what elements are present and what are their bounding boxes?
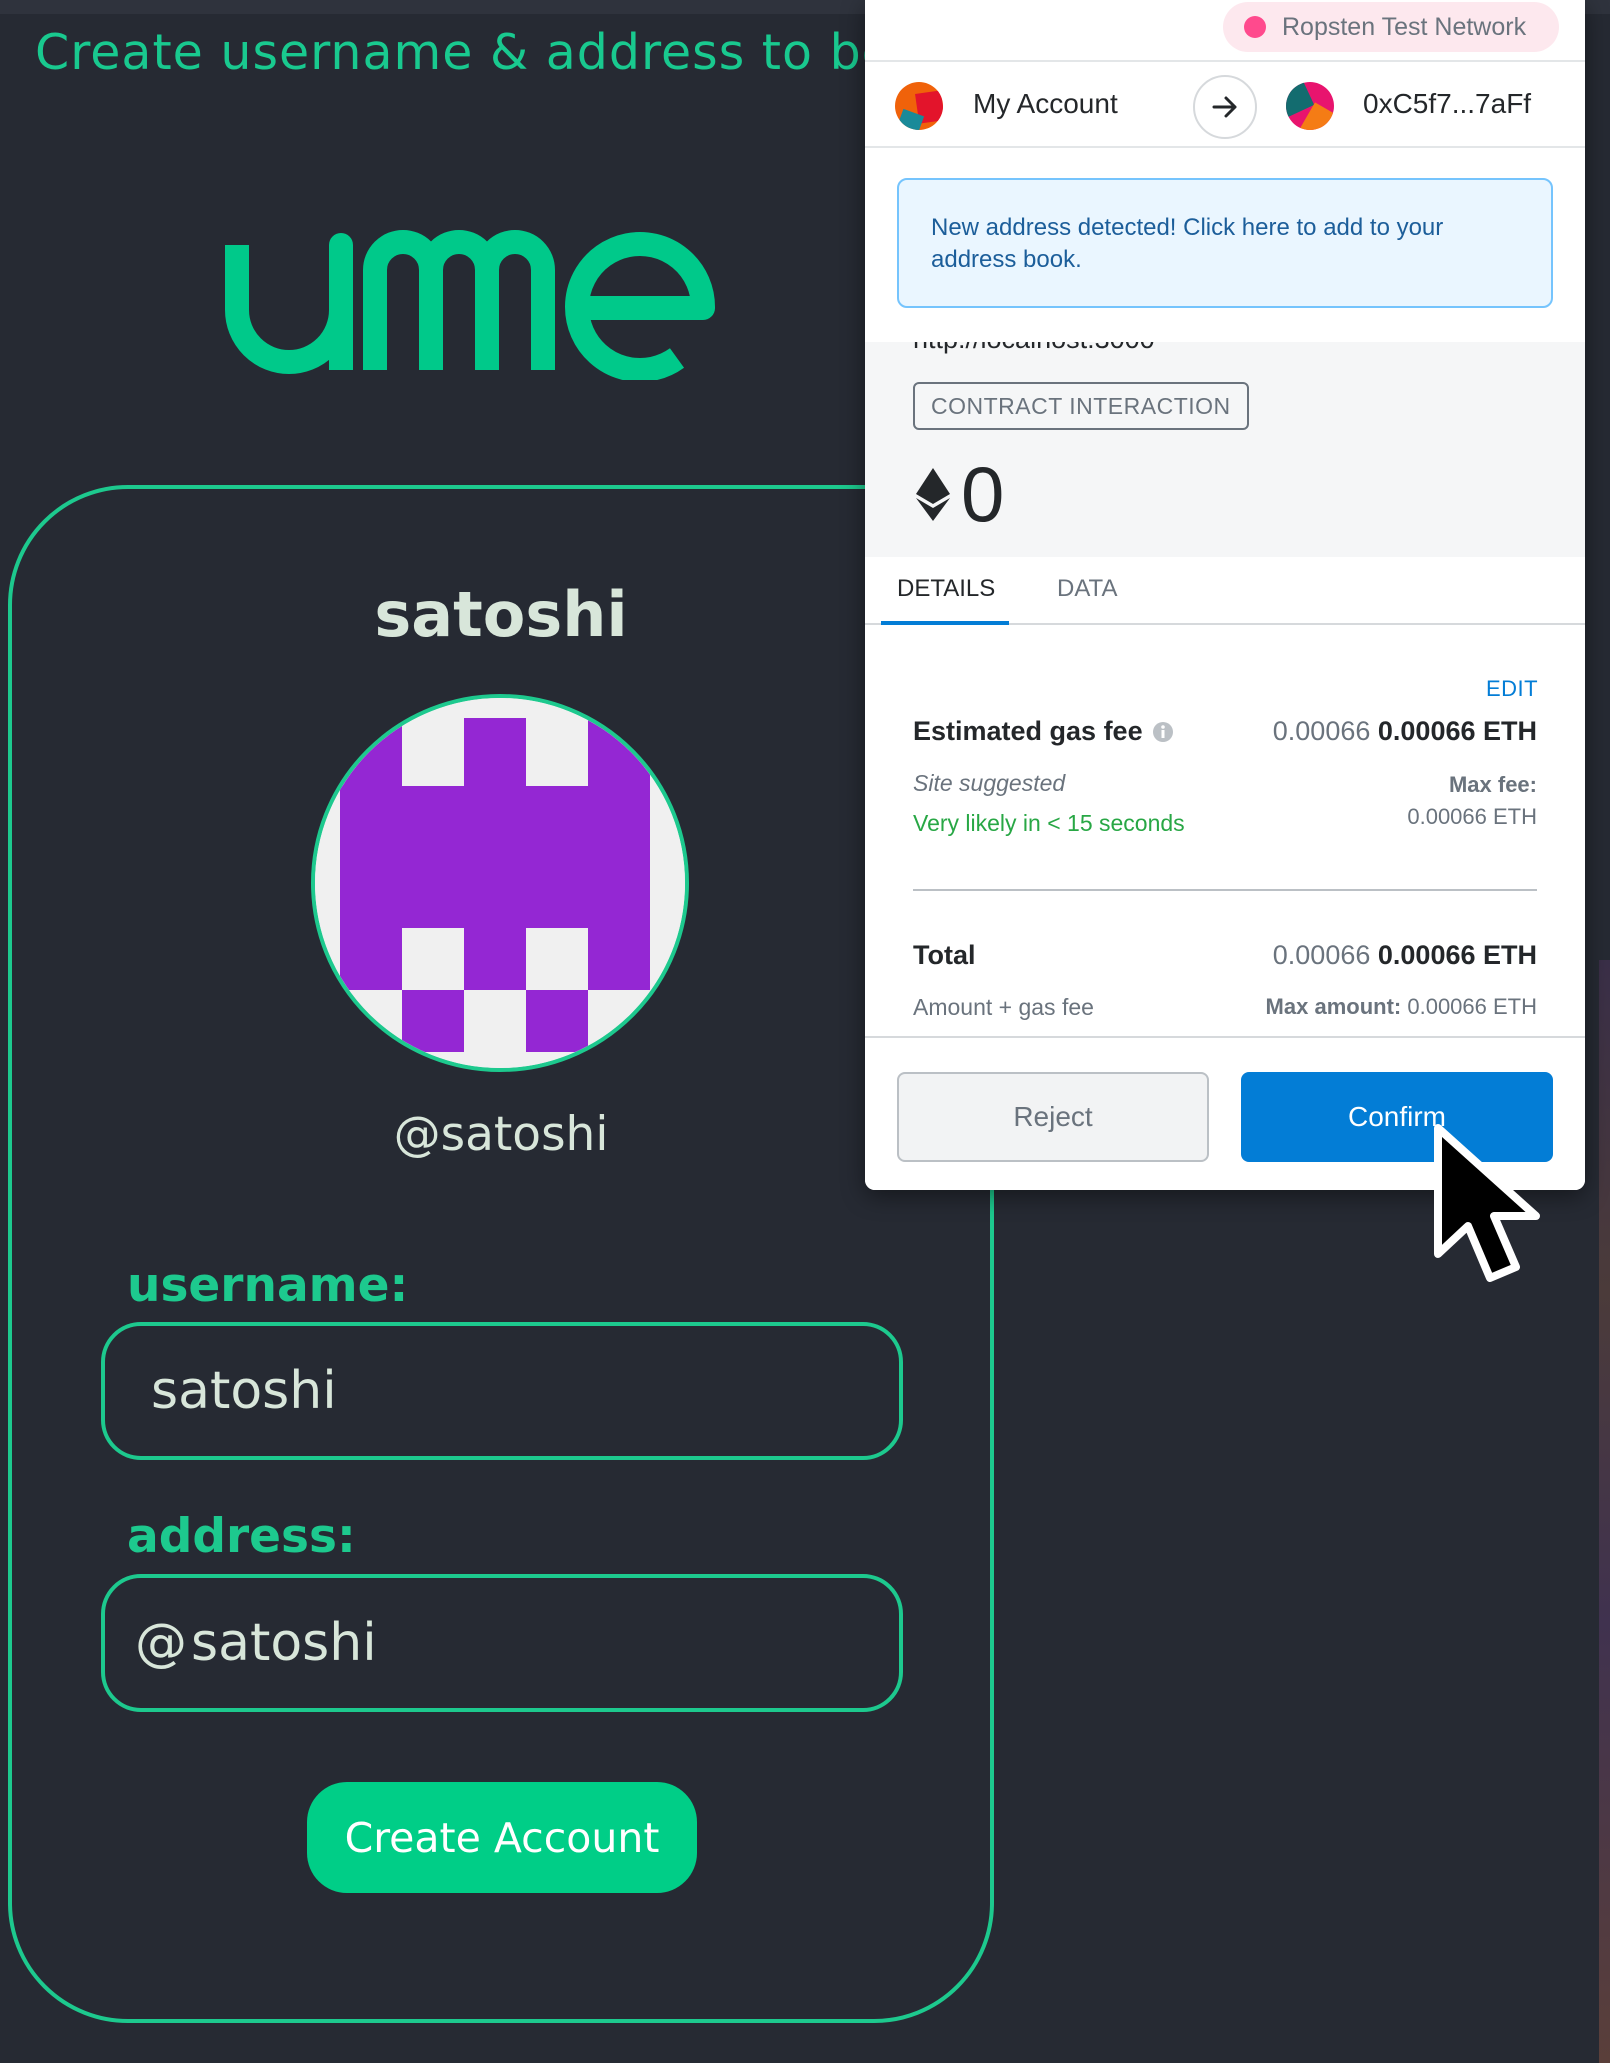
active-tab-indicator	[881, 621, 1009, 625]
max-amount-label: Max amount:	[1265, 994, 1402, 1019]
account-row: My Account 0xC5f7...7aFf	[865, 60, 1585, 148]
gas-fee-label: Estimated gas fee	[913, 716, 1143, 746]
recipient-address[interactable]: 0xC5f7...7aFf	[1363, 88, 1531, 120]
ume-logo: uMe	[225, 230, 716, 380]
create-account-button[interactable]: Create Account	[307, 1782, 697, 1893]
origin-url: http://localhost:3000	[913, 342, 1155, 355]
contract-interaction-badge: CONTRACT INTERACTION	[913, 382, 1249, 430]
address-prefix: @	[135, 1613, 187, 1673]
edit-gas-link[interactable]: EDIT	[1486, 676, 1538, 702]
username-input[interactable]	[151, 1361, 751, 1421]
max-fee-value: 0.00066 ETH	[1407, 804, 1537, 829]
username-label: username:	[127, 1258, 409, 1313]
max-amount-value: 0.00066 ETH	[1407, 994, 1537, 1019]
identicon-image	[315, 698, 685, 1068]
gas-fee-value: 0.00066 0.00066 ETH	[1273, 716, 1537, 747]
gas-fee-label-group: Estimated gas fee	[913, 716, 1175, 747]
amount-display: 0	[913, 450, 1004, 538]
address-label: address:	[127, 1509, 356, 1564]
profile-name: satoshi	[374, 578, 628, 651]
info-icon[interactable]	[1151, 720, 1175, 744]
section-divider	[913, 889, 1537, 891]
recipient-jazzicon-icon	[1286, 82, 1334, 130]
tab-details[interactable]: DETAILS	[897, 575, 995, 603]
ethereum-icon	[916, 468, 950, 521]
max-amount: Max amount: 0.00066 ETH	[1266, 994, 1537, 1020]
amount-value: 0	[961, 449, 1005, 538]
network-label: Ropsten Test Network	[1282, 12, 1527, 41]
mouse-pointer-icon	[1434, 1124, 1540, 1282]
network-selector[interactable]: Ropsten Test Network	[1223, 2, 1559, 52]
reject-button[interactable]: Reject	[897, 1072, 1209, 1162]
metamask-popup: Ropsten Test Network My Account 0xC5f7..…	[865, 0, 1585, 1190]
total-primary: 0.00066 ETH	[1377, 940, 1537, 970]
account-jazzicon-icon	[895, 82, 943, 130]
gas-fee-secondary: 0.00066	[1272, 716, 1371, 746]
new-address-notice[interactable]: New address detected! Click here to add …	[897, 178, 1553, 308]
profile-handle: @satoshi	[393, 1107, 609, 1162]
total-secondary: 0.00066	[1272, 940, 1371, 970]
address-input[interactable]	[191, 1613, 791, 1673]
network-dot-icon	[1244, 16, 1266, 38]
tab-data[interactable]: DATA	[1057, 575, 1117, 603]
page-headline: Create username & address to be	[35, 24, 870, 81]
details-tabs: DETAILS DATA	[865, 557, 1585, 625]
gas-fee-primary: 0.00066 ETH	[1377, 716, 1537, 746]
window-edge-strip	[1599, 960, 1610, 2063]
max-fee-label: Max fee:	[1448, 772, 1537, 797]
total-sub-label: Amount + gas fee	[913, 994, 1094, 1020]
arrow-right-icon	[1193, 75, 1257, 139]
identicon-avatar	[311, 694, 689, 1072]
transaction-summary: http://localhost:3000 CONTRACT INTERACTI…	[865, 342, 1585, 557]
from-account-name: My Account	[973, 88, 1118, 119]
username-field[interactable]	[101, 1322, 903, 1460]
total-value: 0.00066 0.00066 ETH	[1273, 940, 1537, 971]
likely-time-label: Very likely in < 15 seconds	[913, 810, 1185, 836]
total-label: Total	[913, 940, 976, 970]
address-field[interactable]: @	[101, 1574, 903, 1712]
site-suggested-label: Site suggested	[913, 770, 1066, 796]
